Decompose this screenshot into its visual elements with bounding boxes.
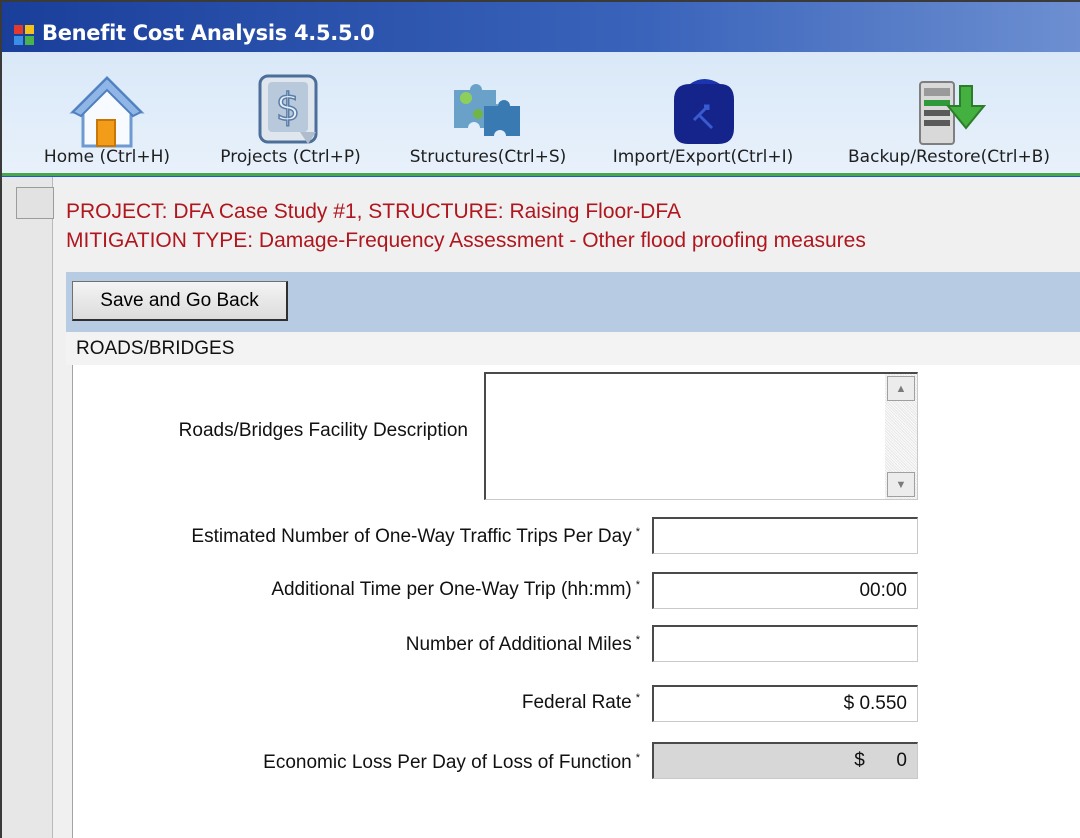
left-panel [2,177,53,838]
description-textarea[interactable]: ▲ ▼ [484,372,918,500]
projects-dollar-doc-icon: $ [258,74,318,144]
trips-label: Estimated Number of One-Way Traffic Trip… [191,526,640,547]
toolbar-structures-label: Structures(Ctrl+S) [409,147,567,167]
backup-restore-icon [919,81,987,145]
federal-rate-label: Federal Rate * [521,692,640,713]
scroll-down-button[interactable]: ▼ [887,472,915,497]
project-line: PROJECT: DFA Case Study #1, STRUCTURE: R… [66,200,681,223]
import-export-icon [674,79,734,144]
svg-text:$: $ [276,85,300,129]
toolbar-projects-button[interactable]: $ Projects (Ctrl+P) [198,52,383,173]
toolbar-projects-label: Projects (Ctrl+P) [220,147,361,167]
economic-loss-label: Economic Loss Per Day of Loss of Functio… [263,752,640,773]
home-icon [69,75,145,148]
toolbar-accent-line [2,173,1080,176]
section-title: ROADS/BRIDGES [76,338,235,359]
description-scrollbar[interactable]: ▲ ▼ [885,374,917,499]
miles-label: Number of Additional Miles * [405,634,640,655]
toolbar-home-button[interactable]: Home (Ctrl+H) [22,52,192,173]
economic-loss-output: $ 0 [652,742,918,779]
scroll-up-button[interactable]: ▲ [887,376,915,401]
window-title: Benefit Cost Analysis 4.5.5.0 [42,21,375,45]
toolbar-structures-button[interactable]: Structures(Ctrl+S) [388,52,588,173]
title-bar: Benefit Cost Analysis 4.5.5.0 [2,2,1080,52]
additional-time-input[interactable]: 00:00 [652,572,918,609]
trips-per-day-input[interactable] [652,517,918,554]
main-toolbar: Home (Ctrl+H) $ Projects (Ctrl+P) Struct… [2,52,1080,177]
save-and-go-back-button[interactable]: Save and Go Back [72,281,288,321]
toolbar-backup-restore-button[interactable]: Backup/Restore(Ctrl+B) [818,52,1080,173]
section-header: ROADS/BRIDGES [66,332,1080,366]
left-panel-handle[interactable] [16,187,54,219]
mitigation-line: MITIGATION TYPE: Damage-Frequency Assess… [66,229,866,252]
toolbar-import-export-button[interactable]: Import/Export(Ctrl+I) [592,52,814,173]
toolbar-backup-restore-label: Backup/Restore(Ctrl+B) [848,147,1050,167]
toolbar-import-export-label: Import/Export(Ctrl+I) [612,147,794,167]
structures-puzzle-icon [454,84,520,136]
additional-miles-input[interactable] [652,625,918,662]
toolbar-home-label: Home (Ctrl+H) [43,147,171,167]
app-window-icon [14,25,34,45]
federal-rate-input[interactable]: $ 0.550 [652,685,918,722]
time-label: Additional Time per One-Way Trip (hh:mm)… [271,579,640,600]
description-label: Roads/Bridges Facility Description [178,420,468,441]
